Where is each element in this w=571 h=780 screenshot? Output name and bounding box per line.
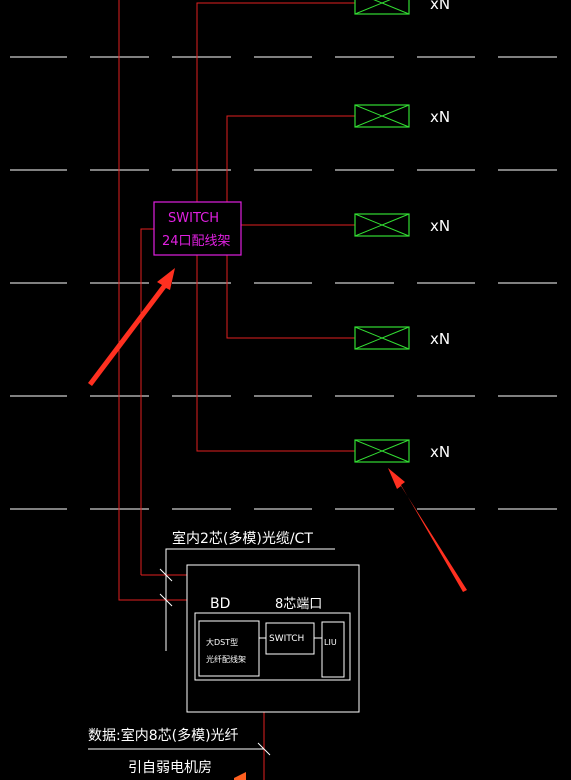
- arrow-icon: [88, 268, 175, 386]
- outlet[interactable]: xN: [354, 439, 450, 463]
- liu-box[interactable]: [321, 621, 345, 678]
- floor-switch-sublabel: 24口配线架: [162, 234, 231, 249]
- patch-panel-label: 大DST型: [206, 637, 238, 647]
- outlet-cross-icon: [354, 0, 410, 15]
- wire-outlet-1: [196, 2, 355, 202]
- floor-switch[interactable]: SWITCH 24口配线架: [153, 201, 242, 256]
- liu-label: LIU: [324, 638, 337, 647]
- riser-wire-2: [140, 228, 154, 575]
- outlet[interactable]: xN: [354, 0, 450, 15]
- wire-outlet-2: [226, 115, 355, 202]
- patch-panel-box[interactable]: [198, 620, 260, 677]
- outlet-count-label: xN: [430, 108, 450, 126]
- floor-lines: [10, 56, 557, 510]
- outlet-count-label: xN: [430, 217, 450, 235]
- bd-cabinet[interactable]: BD 8芯端口 大DST型 光纤配线架 SWITCH LIU: [186, 564, 360, 713]
- incoming-cable-label: 数据:室内8芯(多模)光纤: [88, 727, 239, 744]
- arrow-icon: [388, 468, 467, 592]
- outlet[interactable]: xN: [354, 326, 450, 350]
- wire-outlet-4: [226, 255, 355, 339]
- floor-switch-label: SWITCH: [168, 211, 219, 226]
- outlet[interactable]: xN: [354, 104, 450, 128]
- riser-cable-label: 室内2芯(多模)光缆/CT: [172, 530, 313, 547]
- outlet-cross-icon: [354, 213, 410, 237]
- bd-label: BD: [210, 596, 230, 612]
- outlet-cross-icon: [354, 326, 410, 350]
- bd-port-label: 8芯端口: [275, 597, 322, 612]
- outlet-count-label: xN: [430, 443, 450, 461]
- outlet-cross-icon: [354, 104, 410, 128]
- wiring-diagram: xN xN xN xN xN SWITCH 24口配线架 室内2芯(多模)光缆/CT B…: [10, 0, 557, 780]
- bd-switch-label: SWITCH: [269, 634, 304, 644]
- patch-panel-sublabel: 光纤配线架: [206, 654, 246, 664]
- source-label: 引自弱电机房: [128, 760, 212, 776]
- outlet-cross-icon: [354, 439, 410, 463]
- wire-outlet-5: [196, 255, 355, 452]
- outlet-count-label: xN: [430, 0, 450, 13]
- outlet-box[interactable]: [354, 0, 410, 15]
- outlet-count-label: xN: [430, 330, 450, 348]
- annotation-arrows: [88, 268, 467, 780]
- riser-cable: [88, 548, 335, 756]
- arrow-fragment: [234, 772, 246, 780]
- outlets: xN xN xN xN xN: [354, 0, 450, 463]
- outlet[interactable]: xN: [354, 213, 450, 237]
